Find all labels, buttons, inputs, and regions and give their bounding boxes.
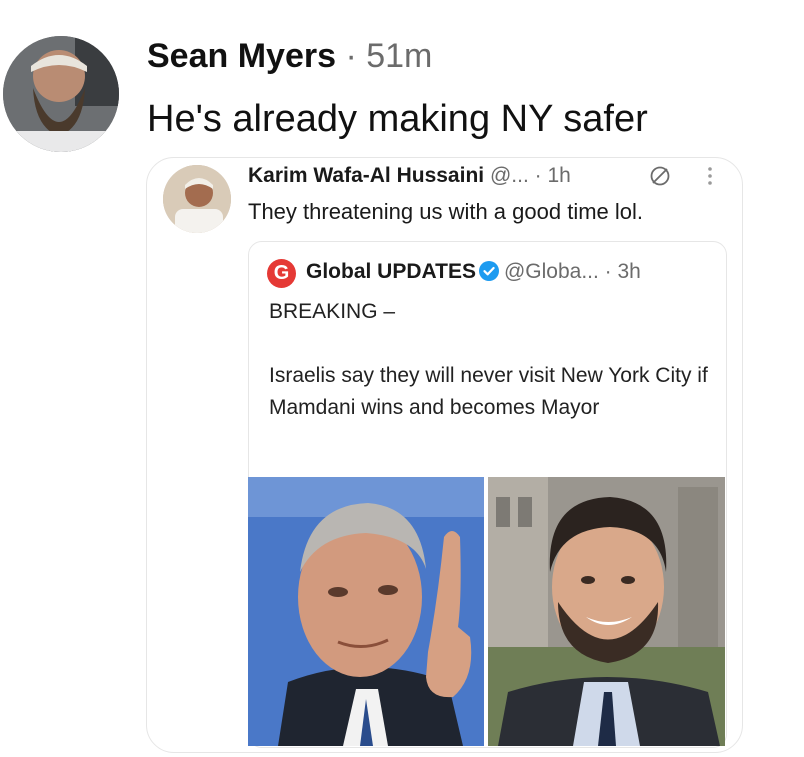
quoted-post-text: They threatening us with a good time lol… xyxy=(248,199,644,224)
embedded-post-header: Global UPDATES @Globa... · 3h xyxy=(306,257,641,287)
embedded-author-name[interactable]: Global UPDATES xyxy=(306,260,476,283)
quoted-post-header: Karim Wafa-Al Hussaini @... · 1h xyxy=(248,162,571,190)
post-text: He's already making NY safer xyxy=(147,98,648,140)
quoted-author-name[interactable]: Karim Wafa-Al Hussaini xyxy=(248,164,484,187)
post-separator: · xyxy=(336,37,367,75)
author-avatar[interactable] xyxy=(3,36,119,152)
post-timestamp[interactable]: 51m xyxy=(366,37,432,75)
embedded-timestamp[interactable]: 3h xyxy=(618,260,641,283)
quoted-separator: · xyxy=(528,164,548,187)
post-header: Sean Myers · 51m xyxy=(147,36,432,76)
quoted-author-avatar[interactable] xyxy=(163,165,231,233)
embedded-photo-left[interactable] xyxy=(248,477,484,746)
embedded-separator: · xyxy=(598,260,618,283)
left-portrait-image xyxy=(248,477,484,746)
embedded-author-handle[interactable]: @Globa... xyxy=(504,260,599,283)
right-portrait-image xyxy=(488,477,725,746)
quoted-author-handle[interactable]: @... xyxy=(490,164,529,187)
quoted-avatar-image xyxy=(163,165,231,233)
global-updates-logo-icon: G xyxy=(267,259,296,288)
embedded-photo-right[interactable] xyxy=(488,477,725,746)
more-options-icon[interactable] xyxy=(700,165,720,187)
author-avatar-image xyxy=(3,36,119,152)
quoted-timestamp[interactable]: 1h xyxy=(547,164,570,187)
edit-icon[interactable] xyxy=(648,164,672,188)
post-author-name[interactable]: Sean Myers xyxy=(147,37,336,75)
embedded-post-text: BREAKING – Israelis say they will never … xyxy=(269,300,708,419)
verified-badge-icon xyxy=(478,260,499,281)
